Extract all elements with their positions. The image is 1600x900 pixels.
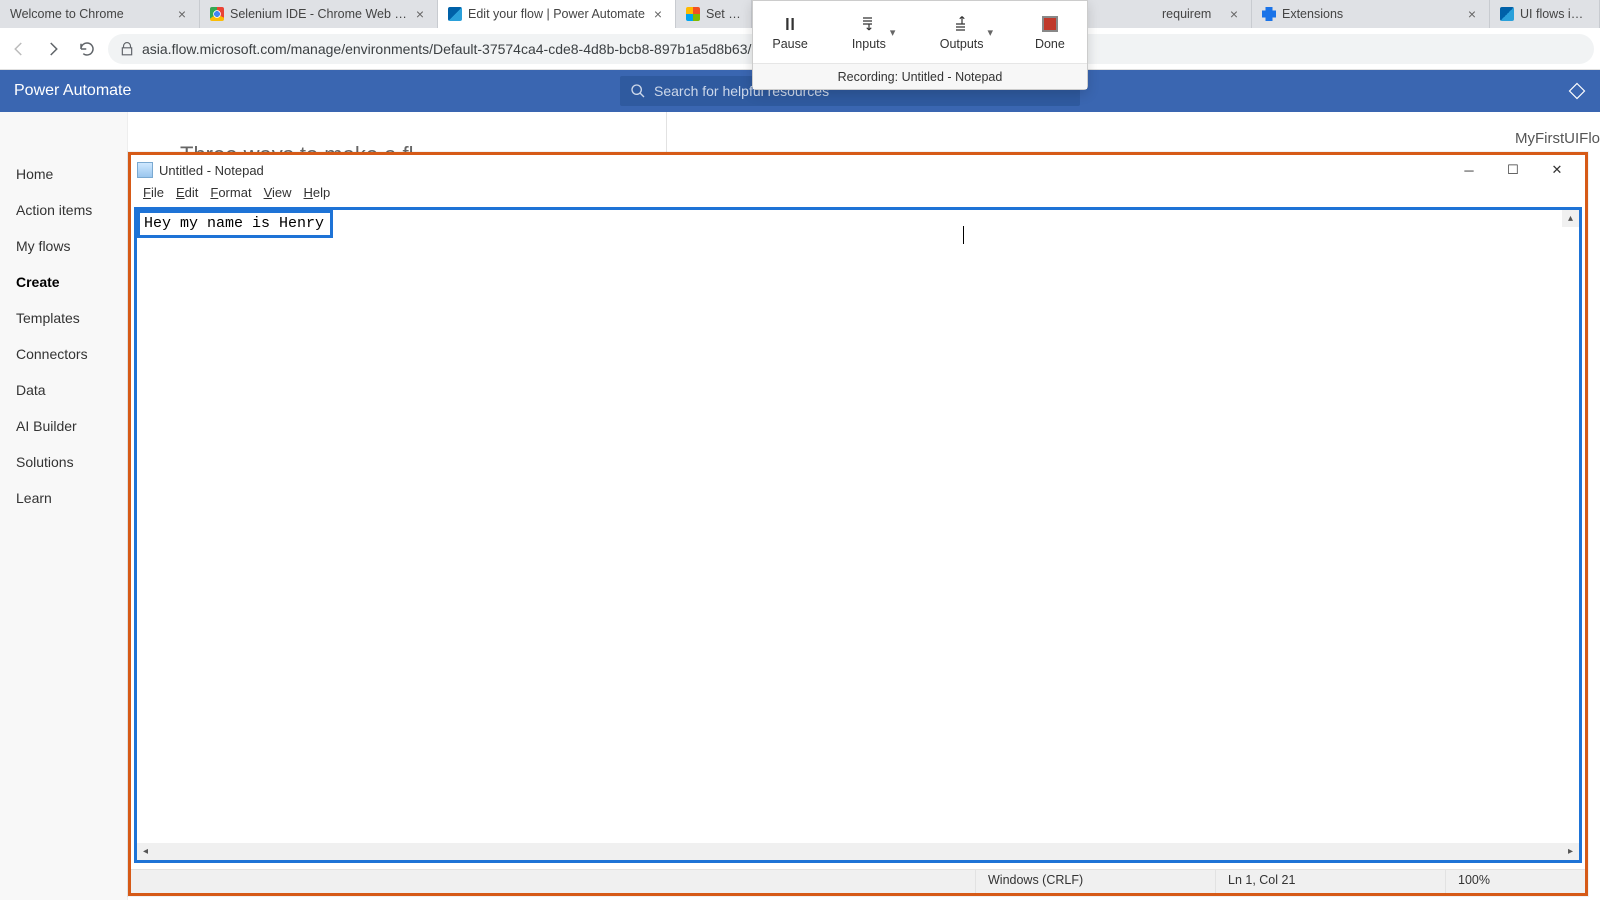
close-icon[interactable]: × bbox=[651, 7, 665, 21]
outputs-label: Outputs bbox=[940, 37, 984, 51]
tab-selenium[interactable]: Selenium IDE - Chrome Web Sto × bbox=[200, 0, 438, 28]
scroll-up-button[interactable]: ▴ bbox=[1562, 210, 1579, 227]
tab-label: requirem bbox=[1162, 7, 1221, 21]
sidebar: Home Action items My flows Create Templa… bbox=[0, 112, 128, 900]
sidebar-item-connectors[interactable]: Connectors bbox=[0, 336, 127, 372]
menu-format[interactable]: Format bbox=[206, 185, 255, 205]
tab-label: Welcome to Chrome bbox=[10, 7, 169, 21]
stop-icon bbox=[1039, 13, 1061, 35]
pause-icon bbox=[779, 13, 801, 35]
close-icon[interactable]: × bbox=[175, 7, 189, 21]
chevron-down-icon[interactable]: ▾ bbox=[988, 26, 994, 39]
recorder-toolbar: Pause Inputs ▾ Outputs ▾ Done Recording:… bbox=[752, 0, 1088, 90]
search-icon bbox=[630, 83, 646, 99]
notepad-window: Untitled - Notepad ─ ☐ ✕ File Edit Forma… bbox=[128, 152, 1588, 896]
notepad-textarea[interactable]: Hey my name is Henry ▴ ◂ ▸ bbox=[134, 207, 1582, 863]
notepad-titlebar[interactable]: Untitled - Notepad ─ ☐ ✕ bbox=[131, 155, 1585, 185]
pause-label: Pause bbox=[772, 37, 807, 51]
tab-setup[interactable]: Set up bbox=[676, 0, 752, 28]
close-icon[interactable]: × bbox=[1465, 7, 1479, 21]
sidebar-item-templates[interactable]: Templates bbox=[0, 300, 127, 336]
horizontal-scrollbar[interactable]: ◂ ▸ bbox=[137, 843, 1579, 860]
inputs-button[interactable]: Inputs ▾ bbox=[827, 1, 920, 63]
tab-label: Set up bbox=[706, 7, 741, 21]
tab-power-automate[interactable]: Edit your flow | Power Automate × bbox=[438, 0, 676, 28]
outputs-button[interactable]: Outputs ▾ bbox=[920, 1, 1013, 63]
recorded-text-highlight: Hey my name is Henry bbox=[137, 210, 333, 238]
recorder-status: Recording: Untitled - Notepad bbox=[753, 63, 1087, 89]
notepad-title: Untitled - Notepad bbox=[159, 163, 264, 178]
sidebar-item-home[interactable]: Home bbox=[0, 156, 127, 192]
power-automate-icon bbox=[448, 7, 462, 21]
scroll-left-button[interactable]: ◂ bbox=[137, 846, 154, 857]
menu-file[interactable]: File bbox=[139, 185, 168, 205]
pause-button[interactable]: Pause bbox=[753, 1, 827, 63]
menu-help[interactable]: Help bbox=[300, 185, 335, 205]
chrome-store-icon bbox=[210, 7, 224, 21]
url-text: asia.flow.microsoft.com/manage/environme… bbox=[142, 41, 790, 57]
maximize-button[interactable]: ☐ bbox=[1491, 156, 1535, 184]
status-encoding: Windows (CRLF) bbox=[975, 870, 1215, 893]
status-zoom: 100% bbox=[1445, 870, 1585, 893]
chevron-down-icon[interactable]: ▾ bbox=[890, 26, 896, 39]
close-icon[interactable]: × bbox=[1227, 7, 1241, 21]
done-button[interactable]: Done bbox=[1013, 1, 1087, 63]
notepad-statusbar: Windows (CRLF) Ln 1, Col 21 100% bbox=[131, 869, 1585, 893]
sidebar-item-ai-builder[interactable]: AI Builder bbox=[0, 408, 127, 444]
sidebar-item-learn[interactable]: Learn bbox=[0, 480, 127, 516]
puzzle-icon bbox=[1262, 7, 1276, 21]
forward-button[interactable] bbox=[40, 36, 66, 62]
reload-button[interactable] bbox=[74, 36, 100, 62]
back-button[interactable] bbox=[6, 36, 32, 62]
flow-name-label: MyFirstUIFlo bbox=[1515, 130, 1600, 147]
tab-welcome[interactable]: Welcome to Chrome × bbox=[0, 0, 200, 28]
tab-uiflows[interactable]: UI flows in Microsoft Power Au bbox=[1490, 0, 1600, 28]
menu-edit[interactable]: Edit bbox=[172, 185, 202, 205]
tab-extensions[interactable]: Extensions × bbox=[1252, 0, 1490, 28]
tab-label: Edit your flow | Power Automate bbox=[468, 7, 645, 21]
close-icon[interactable]: × bbox=[413, 7, 427, 21]
minimize-button[interactable]: ─ bbox=[1447, 156, 1491, 184]
done-label: Done bbox=[1035, 37, 1065, 51]
status-position: Ln 1, Col 21 bbox=[1215, 870, 1445, 893]
tab-label: Extensions bbox=[1282, 7, 1459, 21]
close-button[interactable]: ✕ bbox=[1535, 156, 1579, 184]
sidebar-item-data[interactable]: Data bbox=[0, 372, 127, 408]
scroll-right-button[interactable]: ▸ bbox=[1562, 846, 1579, 857]
inputs-label: Inputs bbox=[852, 37, 886, 51]
menu-view[interactable]: View bbox=[260, 185, 296, 205]
inputs-icon bbox=[858, 13, 880, 35]
text-caret bbox=[963, 226, 964, 244]
sidebar-item-action-items[interactable]: Action items bbox=[0, 192, 127, 228]
diamond-icon[interactable] bbox=[1568, 82, 1586, 100]
lock-icon bbox=[120, 42, 134, 56]
sidebar-item-my-flows[interactable]: My flows bbox=[0, 228, 127, 264]
outputs-icon bbox=[951, 13, 973, 35]
tab-label: Selenium IDE - Chrome Web Sto bbox=[230, 7, 407, 21]
brand-label: Power Automate bbox=[14, 82, 131, 100]
notepad-icon bbox=[137, 162, 153, 178]
microsoft-icon bbox=[686, 7, 700, 21]
sidebar-item-solutions[interactable]: Solutions bbox=[0, 444, 127, 480]
power-automate-icon bbox=[1500, 7, 1514, 21]
notepad-menubar: File Edit Format View Help bbox=[131, 185, 1585, 205]
tab-requirements[interactable]: requirem × bbox=[1152, 0, 1252, 28]
sidebar-item-create[interactable]: Create bbox=[0, 264, 127, 300]
tab-label: UI flows in Microsoft Power Au bbox=[1520, 7, 1589, 21]
